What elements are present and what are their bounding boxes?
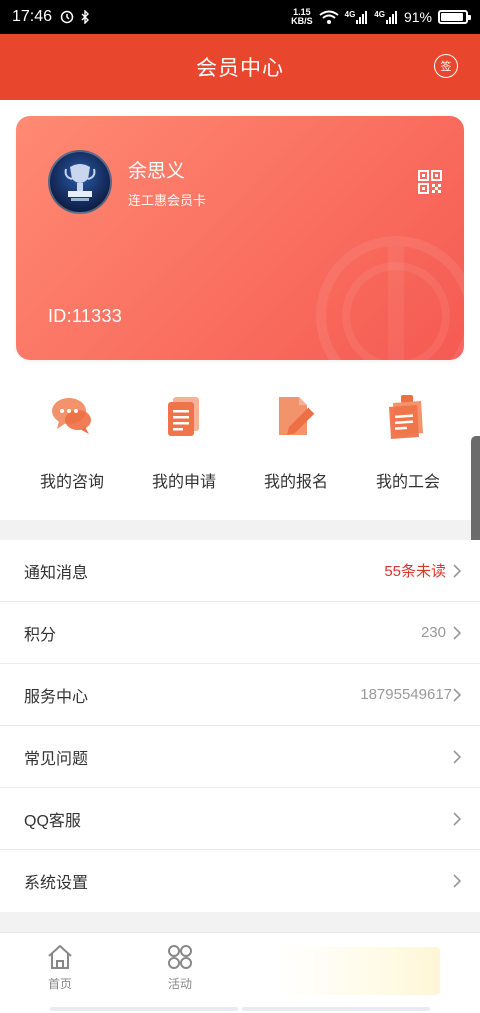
network-speed: 1.15 KB/S: [291, 7, 313, 26]
list-item-points[interactable]: 积分 230: [0, 602, 480, 664]
shortcut-label: 我的申请: [151, 474, 216, 491]
unread-count: 55条未读: [384, 563, 446, 580]
grid-icon: [168, 945, 192, 969]
card-type: 连工惠会员卡: [128, 193, 207, 208]
battery-percent: 91%: [403, 9, 432, 25]
settings-list: 通知消息 55条未读 积分 230 服务中心 18795549617 常见问题 …: [0, 540, 480, 912]
signal-2: 4G: [374, 10, 398, 24]
shortcut-consult[interactable]: 我的咨询: [16, 392, 128, 502]
tab-activity[interactable]: 活动: [145, 943, 215, 992]
list-item-label: 系统设置: [24, 875, 89, 892]
list-item-label: 积分: [24, 626, 57, 644]
document-list-icon: [168, 397, 199, 436]
chevron-right-icon: [453, 626, 462, 640]
edit-document-icon: [279, 397, 316, 435]
tab-label: 活动: [167, 977, 192, 991]
shortcut-label: 我的咨询: [39, 474, 104, 491]
trophy-logo-icon: [64, 164, 96, 201]
chevron-right-icon: [453, 874, 462, 888]
tab-home[interactable]: 首页: [25, 943, 95, 992]
list-item-label: 通知消息: [24, 564, 89, 582]
member-id: ID:11333: [48, 306, 123, 326]
shortcut-union[interactable]: 我的工会: [352, 392, 464, 502]
bluetooth-icon: [81, 10, 90, 24]
alarm-icon: [60, 10, 74, 24]
shortcut-label: 我的报名: [263, 474, 328, 491]
chat-bubbles-icon: [52, 398, 91, 434]
chevron-right-icon: [453, 564, 462, 578]
shortcut-grid: 我的咨询 我的申请 我的报名 我的工会: [0, 392, 480, 502]
avatar[interactable]: [48, 150, 112, 214]
member-card[interactable]: 余思义 连工惠会员卡 ID:11333: [16, 116, 464, 360]
status-time: 17:46: [12, 8, 53, 25]
tab-label: 首页: [47, 977, 72, 991]
member-name: 余思义: [128, 161, 186, 182]
home-icon: [48, 945, 72, 969]
qr-code-icon[interactable]: [418, 170, 442, 194]
clipboard-note-icon: [389, 395, 423, 439]
list-item-label: 常见问题: [24, 750, 89, 768]
list-item-faq[interactable]: 常见问题: [0, 726, 480, 788]
signal-bars-icon: [356, 11, 368, 24]
status-bar: 17:46 1.15 KB/S 4G 4G 91%: [0, 0, 480, 34]
chevron-right-icon: [453, 688, 462, 702]
points-value: 230: [420, 624, 446, 641]
chevron-right-icon: [453, 812, 462, 826]
list-item-service-center[interactable]: 服务中心 18795549617: [0, 664, 480, 726]
bottom-tab-bar: 首页 活动: [0, 932, 480, 1013]
sign-in-button[interactable]: 签: [434, 54, 458, 78]
list-item-qq-support[interactable]: QQ客服: [0, 788, 480, 850]
side-drawer-handle[interactable]: [471, 436, 480, 546]
list-item-label: 服务中心: [24, 688, 89, 706]
shortcut-label: 我的工会: [375, 474, 440, 491]
wifi-icon: [319, 10, 339, 24]
page-title: 会员中心: [196, 57, 284, 80]
service-phone: 18795549617: [360, 686, 452, 703]
union-emblem-watermark: [316, 236, 464, 360]
shortcut-registration[interactable]: 我的报名: [240, 392, 352, 502]
list-item-system-settings[interactable]: 系统设置: [0, 850, 480, 912]
app-header: 会员中心 签: [0, 34, 480, 100]
signal-1: 4G: [345, 10, 369, 24]
list-item-notifications[interactable]: 通知消息 55条未读: [0, 540, 480, 602]
signal-bars-icon: [385, 11, 397, 24]
chevron-right-icon: [453, 750, 462, 764]
gesture-bar: [50, 1007, 430, 1011]
list-item-label: QQ客服: [24, 812, 81, 830]
battery-icon: [438, 10, 471, 24]
tab-placeholder: [280, 947, 440, 995]
shortcut-application[interactable]: 我的申请: [128, 392, 240, 502]
